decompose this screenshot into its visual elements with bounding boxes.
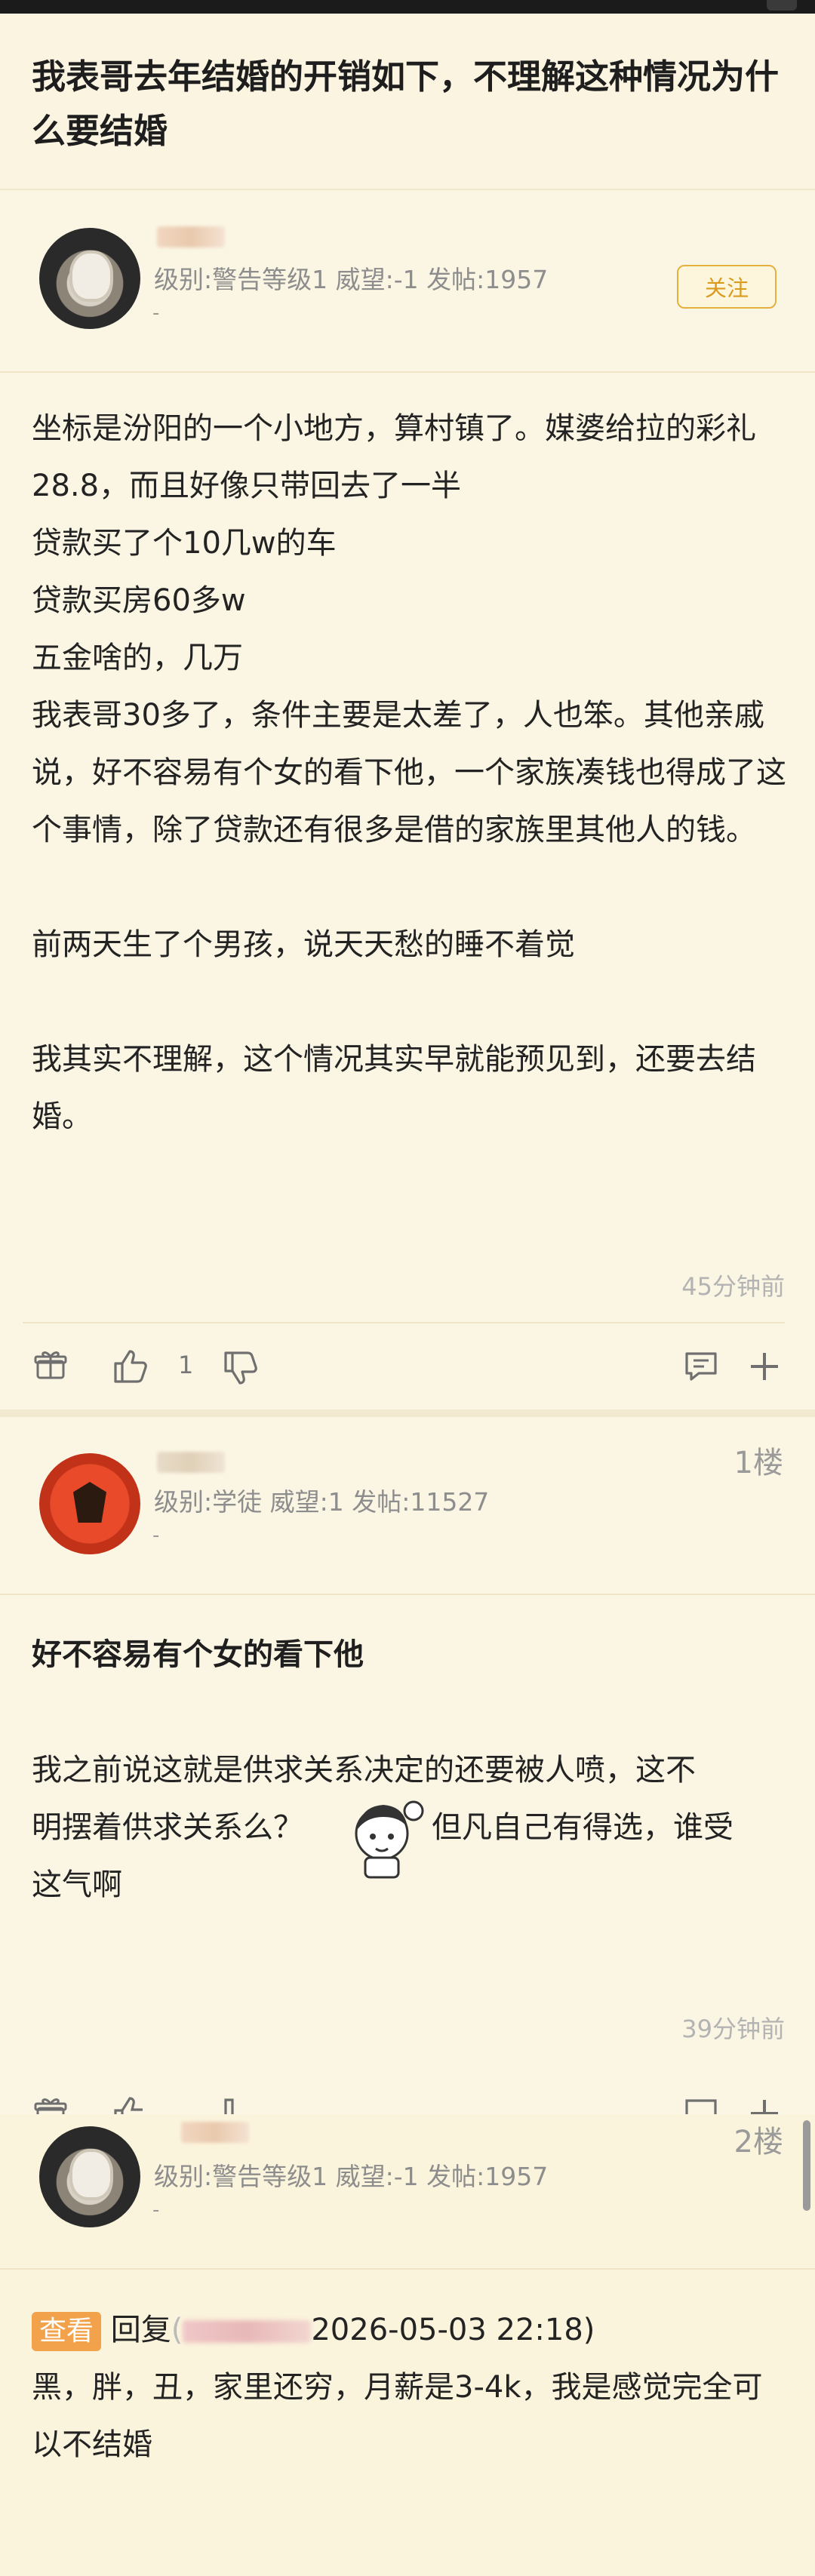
divider xyxy=(23,1322,785,1323)
post-actions: 1 xyxy=(0,1337,815,1397)
reply-time: 39分钟前 xyxy=(681,2015,785,2043)
post-time: 45分钟前 xyxy=(681,1272,785,1301)
author-meta: 级别:警告等级1 威望:-1 发帖:1957 xyxy=(154,265,549,294)
reply-text: 明摆着供求关系么？ xyxy=(32,1810,303,1845)
floor-number: 2楼 xyxy=(734,2125,783,2159)
reply-date: 2026-05-03 22:18) xyxy=(311,2313,595,2347)
post-paragraph: 我表哥30多了，条件主要是太差了，人也笨。其他亲戚说，好不容易有个女的看下他，一… xyxy=(32,698,786,847)
author-signature: - xyxy=(152,2199,160,2221)
view-tag[interactable]: 查看 xyxy=(32,2312,102,2351)
post-paragraph: 贷款买了个10几w的车 xyxy=(32,526,337,561)
reply-actions xyxy=(0,2084,815,2114)
thread-header: 我表哥去年结婚的开销如下，不理解这种情况为什么要结婚 xyxy=(0,14,815,190)
author-meta: 级别:学徒 威望:1 发帖:11527 xyxy=(154,1487,490,1517)
username-blurred[interactable] xyxy=(157,226,225,247)
status-pill xyxy=(767,0,797,11)
floor-number: 1楼 xyxy=(734,1446,783,1480)
follow-button[interactable]: 关注 xyxy=(677,265,777,309)
scrollbar[interactable] xyxy=(803,2120,810,2211)
avatar[interactable] xyxy=(39,2126,140,2227)
post-paragraph: 五金啥的，几万 xyxy=(32,641,243,675)
sticker-image xyxy=(338,1791,429,1882)
avatar[interactable] xyxy=(39,1453,140,1554)
comment-icon[interactable] xyxy=(682,1348,720,1385)
post-paragraph xyxy=(32,973,786,1031)
divider xyxy=(0,371,815,373)
plus-icon[interactable] xyxy=(746,1348,783,1385)
reply-content: 查看 回复(2026-05-03 22:18) 黑，胖，丑，家里还穷，月薪是3-… xyxy=(32,2301,786,2473)
post-paragraph: 前两天生了个男孩，说天天愁的睡不着觉 xyxy=(32,927,575,962)
status-bar xyxy=(0,0,815,14)
reply-header-line: 查看 回复(2026-05-03 22:18) xyxy=(32,2301,786,2359)
reply-target-blurred[interactable] xyxy=(183,2320,312,2343)
post-content: 坐标是汾阳的一个小地方，算村镇了。媒婆给拉的彩礼28.8，而且好像只带回去了一半… xyxy=(32,400,786,1145)
divider xyxy=(0,1594,815,1595)
thumbs-down-icon[interactable] xyxy=(220,1348,261,1388)
author-meta: 级别:警告等级1 威望:-1 发帖:1957 xyxy=(154,2162,549,2191)
username-blurred[interactable] xyxy=(181,2122,249,2143)
reply-line: 我之前说这就是供求关系决定的还要被人喷，这不 xyxy=(32,1753,696,1788)
gift-icon[interactable] xyxy=(32,2093,69,2114)
plus-icon[interactable] xyxy=(746,2095,783,2114)
avatar[interactable] xyxy=(39,228,140,329)
thumbs-up-icon[interactable] xyxy=(110,1346,151,1387)
post-paragraph: 贷款买房60多w xyxy=(32,583,246,618)
like-count: 1 xyxy=(178,1351,194,1379)
author-signature: - xyxy=(152,302,160,324)
username-blurred[interactable] xyxy=(157,1452,225,1473)
thumbs-up-icon[interactable] xyxy=(110,2093,151,2114)
gift-icon[interactable] xyxy=(32,1346,69,1384)
post-paragraph: 我其实不理解，这个情况其实早就能预见到，还要去结婚。 xyxy=(32,1042,756,1134)
thread-title: 我表哥去年结婚的开销如下，不理解这种情况为什么要结婚 xyxy=(32,57,780,151)
reply-text: 黑，胖，丑，家里还穷，月薪是3-4k，我是感觉完全可以不结婚 xyxy=(32,2370,763,2462)
comment-icon[interactable] xyxy=(682,2095,720,2114)
section-gap xyxy=(0,1409,815,1417)
post-paragraph: 坐标是汾阳的一个小地方，算村镇了。媒婆给拉的彩礼28.8，而且好像只带回去了一半 xyxy=(32,411,756,503)
reply-quote: 好不容易有个女的看下他 xyxy=(32,1637,364,1672)
divider xyxy=(0,2268,815,2270)
reply-prefix: 回复 xyxy=(110,2313,171,2347)
reply-text: 但凡自己有得选，谁受 xyxy=(432,1810,734,1845)
author-signature: - xyxy=(152,1524,160,1547)
post-paragraph xyxy=(32,859,786,916)
thumbs-down-icon[interactable] xyxy=(220,2095,261,2114)
